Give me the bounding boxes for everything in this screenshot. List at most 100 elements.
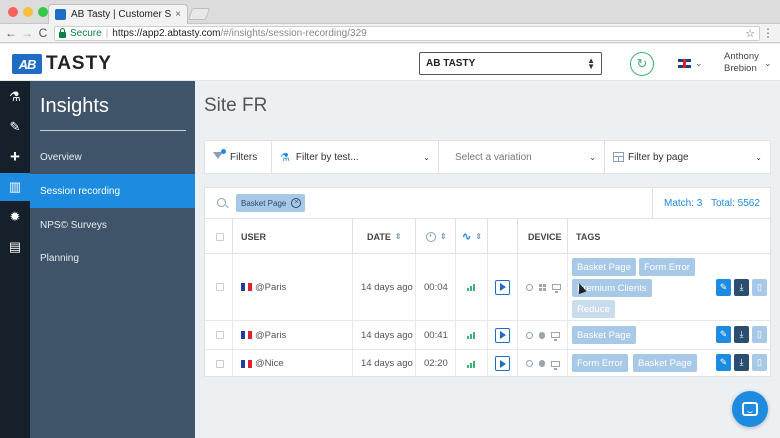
tags-cell: Basket Page ✎ ⤓ ▯ bbox=[567, 321, 770, 349]
back-icon[interactable]: ← bbox=[4, 26, 18, 40]
address-bar[interactable]: Secure | https://app2.abtasty.com/#/insi… bbox=[54, 26, 760, 41]
row-checkbox[interactable] bbox=[216, 331, 224, 339]
tag-basket-page[interactable]: Basket Page bbox=[572, 258, 636, 276]
filter-by-page-select[interactable]: Filter by page ⌄ bbox=[605, 141, 770, 173]
search-icon[interactable] bbox=[217, 198, 226, 207]
variation-select[interactable]: Select a variation ⌄ bbox=[439, 141, 605, 173]
nav-add-button[interactable]: + bbox=[0, 143, 30, 171]
minimize-window-button[interactable] bbox=[23, 7, 33, 17]
sidebar-item-overview[interactable]: Overview bbox=[30, 140, 195, 174]
logo[interactable]: AB TASTY bbox=[12, 53, 112, 75]
sidebar-item-nps-surveys[interactable]: NPS© Surveys bbox=[30, 208, 195, 242]
play-button[interactable] bbox=[495, 327, 510, 343]
favicon-icon bbox=[55, 9, 66, 20]
browser-toolbar: ← → C Secure | https://app2.abtasty.com /… bbox=[0, 24, 780, 43]
tag-basket-page[interactable]: Basket Page bbox=[572, 326, 636, 344]
close-window-button[interactable] bbox=[8, 7, 18, 17]
signal-icon bbox=[467, 283, 475, 291]
edit-button[interactable]: ✎ bbox=[716, 354, 731, 371]
app-header: AB TASTY AB TASTY ▲ ▼ ↻ ⌄ Anthony Brebion… bbox=[0, 44, 780, 81]
france-flag-icon bbox=[241, 331, 253, 339]
bookmark-star-icon[interactable]: ☆ bbox=[745, 27, 755, 40]
nav-brush-button[interactable]: ✎ bbox=[0, 113, 30, 141]
browser-tabbar: AB Tasty | Customer Service × bbox=[0, 0, 780, 24]
reload-icon[interactable]: C bbox=[36, 26, 50, 40]
column-user[interactable]: USER bbox=[232, 219, 352, 254]
url-path: /#/insights/session-recording/329 bbox=[220, 28, 367, 39]
browser-tab[interactable]: AB Tasty | Customer Service × bbox=[48, 4, 188, 24]
download-button[interactable]: ⤓ bbox=[734, 279, 749, 296]
icon-sidebar: ⚗ ✎ + ▥ ✹ ▤ bbox=[0, 81, 30, 438]
device-cell bbox=[517, 321, 567, 349]
refresh-button[interactable]: ↻ bbox=[630, 52, 654, 76]
row-checkbox[interactable] bbox=[216, 359, 224, 368]
nav-docs-button[interactable]: ▤ bbox=[0, 233, 30, 261]
forward-icon[interactable]: → bbox=[20, 26, 34, 40]
nav-settings-button[interactable]: ✹ bbox=[0, 203, 30, 231]
variation-placeholder: Select a variation bbox=[455, 151, 532, 163]
user-last-name: Brebion bbox=[724, 63, 757, 74]
pencil-icon: ✎ bbox=[719, 357, 728, 367]
pencil-icon: ✎ bbox=[719, 329, 728, 339]
play-button[interactable] bbox=[495, 356, 510, 371]
maximize-window-button[interactable] bbox=[38, 7, 48, 17]
duration-cell: 00:04 bbox=[415, 254, 455, 320]
delete-button[interactable]: ▯ bbox=[752, 354, 767, 371]
browser-menu-icon[interactable]: ⋮ bbox=[762, 26, 774, 40]
delete-button[interactable]: ▯ bbox=[752, 279, 767, 296]
secure-indicator[interactable]: Secure bbox=[59, 27, 102, 39]
row-actions: ✎ ⤓ ▯ bbox=[716, 354, 767, 371]
download-button[interactable]: ⤓ bbox=[734, 354, 749, 371]
edit-button[interactable]: ✎ bbox=[716, 326, 731, 343]
desktop-icon bbox=[551, 360, 560, 370]
table-row[interactable]: @Paris 14 days ago 00:04 Basket Page For… bbox=[205, 254, 770, 321]
sidebar-item-session-recording[interactable]: Session recording bbox=[30, 174, 195, 208]
sidebar-item-planning[interactable]: Planning bbox=[30, 241, 195, 275]
table-row[interactable]: @Nice 14 days ago 02:20 Form Error Baske… bbox=[205, 350, 770, 377]
filter-by-test-select[interactable]: ⚗ Filter by test... ⌄ bbox=[272, 141, 439, 173]
chevron-down-icon: ⌄ bbox=[423, 152, 430, 162]
chat-button[interactable] bbox=[732, 391, 768, 427]
chrome-icon bbox=[526, 283, 533, 291]
recordings-table: Basket Page × Match: 3 Total: 5562 USER … bbox=[204, 187, 771, 377]
signal-icon bbox=[467, 331, 475, 339]
user-chevron-down-icon[interactable]: ⌄ bbox=[764, 58, 772, 69]
select-all-checkbox[interactable] bbox=[216, 232, 224, 241]
delete-button[interactable]: ▯ bbox=[752, 326, 767, 343]
activity-cell bbox=[455, 321, 487, 349]
tags-cell: Basket Page Form Error Premium Clients R… bbox=[567, 254, 770, 320]
tab-title: AB Tasty | Customer Service bbox=[71, 9, 172, 20]
nav-insights-button[interactable]: ▥ bbox=[0, 173, 30, 201]
table-row[interactable]: @Paris 14 days ago 00:41 Basket Page ✎ ⤓ bbox=[205, 321, 770, 350]
nav-flask-button[interactable]: ⚗ bbox=[0, 83, 30, 111]
user-menu[interactable]: Anthony Brebion bbox=[724, 51, 759, 75]
download-button[interactable]: ⤓ bbox=[734, 326, 749, 343]
tab-close-icon[interactable]: × bbox=[175, 9, 181, 20]
table-header: USER DATE ⇕ ⇕ ∿ ⇕ DEVICE TAGS bbox=[205, 219, 770, 254]
tag-basket-page[interactable]: Basket Page bbox=[633, 354, 697, 372]
column-date[interactable]: DATE ⇕ bbox=[352, 219, 415, 254]
column-activity[interactable]: ∿ ⇕ bbox=[455, 219, 487, 254]
brush-icon: ✎ bbox=[9, 119, 21, 134]
user-cell: @Paris bbox=[232, 321, 352, 349]
chip-close-icon[interactable]: × bbox=[291, 198, 302, 208]
account-select[interactable]: AB TASTY ▲ ▼ bbox=[419, 52, 602, 75]
tag-reduce[interactable]: Reduce bbox=[572, 300, 615, 318]
activity-cell bbox=[455, 254, 487, 320]
tag-form-error[interactable]: Form Error bbox=[639, 258, 695, 276]
column-device: DEVICE bbox=[517, 219, 567, 254]
column-duration[interactable]: ⇕ bbox=[415, 219, 455, 254]
filter-chip[interactable]: Basket Page × bbox=[236, 194, 306, 212]
language-selector[interactable]: ⌄ bbox=[678, 58, 703, 69]
filter-bar: Filters ⚗ Filter by test... ⌄ Select a v… bbox=[204, 140, 771, 174]
column-play bbox=[487, 219, 517, 254]
date-cell: 14 days ago bbox=[352, 321, 415, 349]
tag-form-error[interactable]: Form Error bbox=[572, 354, 628, 372]
new-tab-button[interactable] bbox=[187, 8, 211, 20]
updown-arrows-icon: ▲ ▼ bbox=[587, 55, 595, 71]
play-button[interactable] bbox=[495, 279, 510, 295]
row-checkbox[interactable] bbox=[216, 283, 224, 291]
signal-icon bbox=[467, 360, 475, 368]
edit-button[interactable]: ✎ bbox=[716, 279, 731, 296]
filters-button[interactable]: Filters bbox=[205, 141, 272, 173]
